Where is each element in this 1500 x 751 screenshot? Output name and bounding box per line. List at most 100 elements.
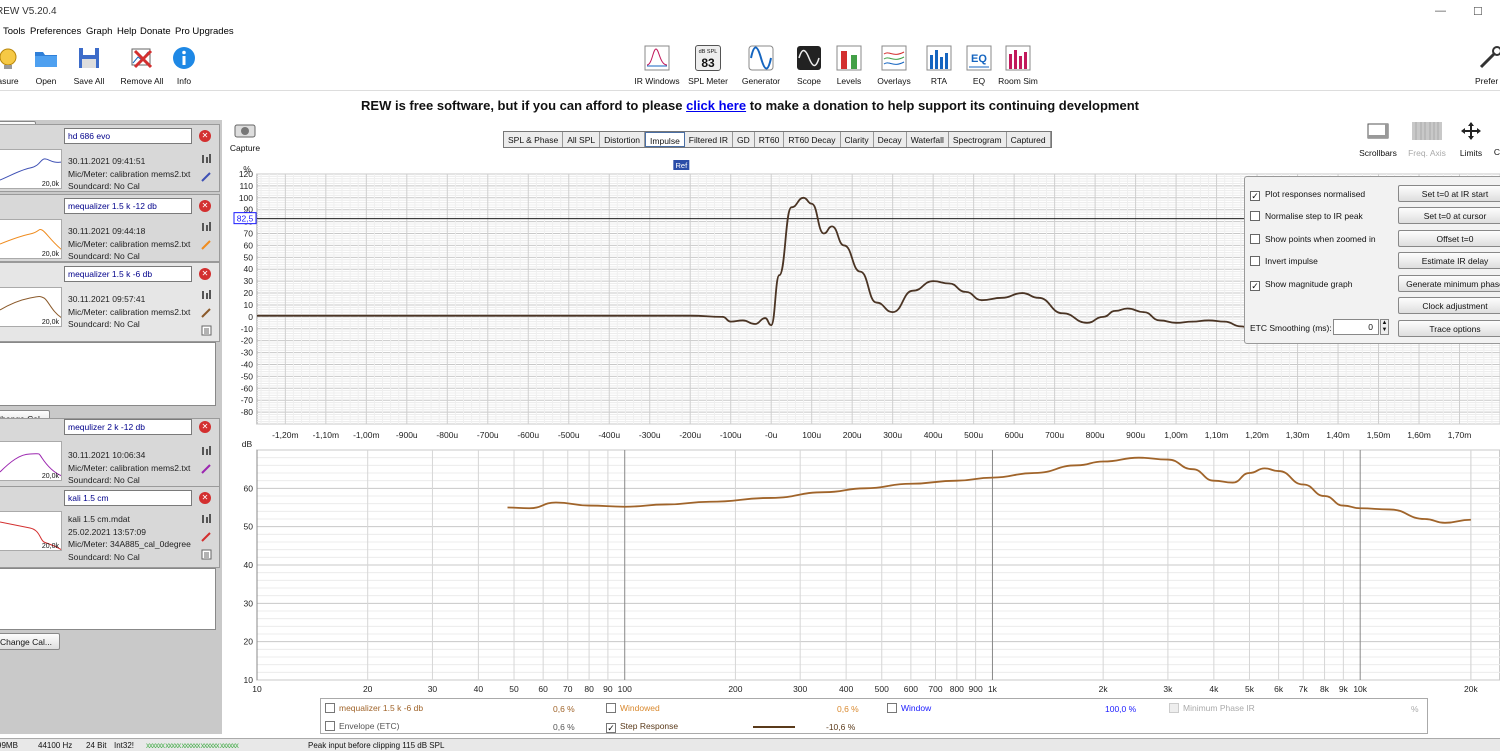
trace-options-button[interactable]: Trace options: [1398, 320, 1500, 337]
show-magnitude-checkbox[interactable]: ✓ Show magnitude graph: [1250, 279, 1352, 291]
limits-button[interactable]: Limits: [1454, 122, 1488, 158]
measurement-item[interactable]: hd 686 evo ✕ 20,0k 30.11.2021 09:41:51 M…: [0, 124, 220, 192]
pen-icon[interactable]: [201, 239, 212, 250]
donate-link[interactable]: click here: [686, 98, 746, 113]
legend-windowed[interactable]: Windowed: [606, 703, 660, 713]
checkbox-box[interactable]: [1250, 256, 1260, 266]
checkbox-box[interactable]: [1250, 234, 1260, 244]
invert-impulse-checkbox[interactable]: Invert impulse: [1250, 256, 1318, 266]
measurement-name[interactable]: mequalizer 1.5 k -6 db: [64, 266, 192, 282]
info-button[interactable]: Info: [154, 45, 214, 86]
notes-area[interactable]: [0, 342, 216, 406]
menu-help[interactable]: Help: [117, 26, 137, 37]
menu-preferences[interactable]: Preferences: [30, 26, 81, 37]
checkbox-box[interactable]: [887, 703, 897, 713]
set-t0-cursor-button[interactable]: Set t=0 at cursor: [1398, 207, 1500, 224]
menu-donate[interactable]: Donate: [140, 26, 171, 37]
impulse-y-unit: %: [243, 164, 251, 174]
measurement-name[interactable]: mequlizer 2 k -12 db: [64, 419, 192, 435]
tab-filtered-ir[interactable]: Filtered IR: [685, 132, 734, 147]
legend-window[interactable]: Window: [887, 703, 931, 713]
tab-rt60-decay[interactable]: RT60 Decay: [784, 132, 841, 147]
delete-icon[interactable]: ✕: [199, 268, 211, 280]
checkbox-box[interactable]: [606, 703, 616, 713]
menu-tools[interactable]: Tools: [3, 26, 25, 37]
minimize-icon[interactable]: —: [1435, 5, 1446, 17]
legend-measurement[interactable]: mequalizer 1.5 k -6 db: [325, 703, 423, 713]
etc-smoothing-spinner[interactable]: ▲ ▼: [1380, 319, 1389, 335]
maximize-icon[interactable]: ☐: [1473, 5, 1483, 18]
legend-envelope[interactable]: Envelope (ETC): [325, 721, 399, 731]
checkbox-box[interactable]: ✓: [1250, 281, 1260, 291]
delete-icon[interactable]: ✕: [199, 200, 211, 212]
menu-pro-upgrades[interactable]: Pro Upgrades: [175, 26, 234, 37]
tab-distortion[interactable]: Distortion: [600, 132, 646, 147]
delete-icon[interactable]: ✕: [199, 492, 211, 504]
estimate-ir-delay-button[interactable]: Estimate IR delay: [1398, 252, 1500, 269]
tab-gd[interactable]: GD: [733, 132, 755, 147]
pen-icon[interactable]: [201, 531, 212, 542]
checkbox-box[interactable]: [1169, 703, 1179, 713]
delete-icon[interactable]: ✕: [199, 130, 211, 142]
measurement-thumbnail[interactable]: 20,0k: [0, 441, 62, 481]
measurement-settings-icon[interactable]: [201, 445, 212, 456]
scrollbars-button[interactable]: Scrollbars: [1356, 122, 1400, 158]
measurement-item[interactable]: mequalizer 1.5 k -12 db ✕ 20,0k 30.11.20…: [0, 194, 220, 262]
pen-icon[interactable]: [201, 171, 212, 182]
etc-smoothing-input[interactable]: 0: [1333, 319, 1379, 335]
plot-normalised-checkbox[interactable]: ✓ Plot responses normalised: [1250, 189, 1365, 201]
measurement-name[interactable]: kali 1.5 cm: [64, 490, 192, 506]
pen-icon[interactable]: [201, 307, 212, 318]
measurement-item[interactable]: mequlizer 2 k -12 db ✕ 20,0k 30.11.2021 …: [0, 418, 220, 492]
tab-captured[interactable]: Captured: [1007, 132, 1051, 147]
tab-spectrogram[interactable]: Spectrogram: [949, 132, 1007, 147]
measurement-item[interactable]: kali 1.5 cm ✕ 20,0k kali 1.5 cm.mdat 25.…: [0, 486, 220, 568]
change-cal-button[interactable]: Change Cal...: [0, 633, 60, 650]
notes-area[interactable]: [0, 568, 216, 630]
measurement-settings-icon[interactable]: [201, 513, 212, 524]
tab-waterfall[interactable]: Waterfall: [907, 132, 949, 147]
checkbox-box[interactable]: ✓: [606, 723, 616, 733]
offset-t0-button[interactable]: Offset t=0: [1398, 230, 1500, 247]
normalise-step-checkbox[interactable]: Normalise step to IR peak: [1250, 211, 1363, 221]
measurement-name[interactable]: mequalizer 1.5 k -12 db: [64, 198, 192, 214]
legend-minimum-phase[interactable]: Minimum Phase IR: [1169, 703, 1255, 713]
measurement-thumbnail[interactable]: 20,0k: [0, 511, 62, 551]
save-all-button[interactable]: Save All: [59, 45, 119, 86]
delete-icon[interactable]: ✕: [199, 421, 211, 433]
measurement-item-selected[interactable]: mequalizer 1.5 k -6 db ✕ 20,0k 30.11.202…: [0, 262, 220, 342]
pen-icon[interactable]: [201, 463, 212, 474]
notes-icon[interactable]: [201, 549, 212, 560]
notes-icon[interactable]: [201, 325, 212, 336]
preferences-button[interactable]: Prefer: [1463, 45, 1500, 86]
freq-axis-button[interactable]: Freq. Axis: [1404, 122, 1450, 158]
checkbox-box[interactable]: [325, 721, 335, 731]
tab-all-spl[interactable]: All SPL: [563, 132, 601, 147]
tab-spl-phase[interactable]: SPL & Phase: [504, 132, 564, 147]
controls-button[interactable]: C: [1492, 147, 1500, 157]
measurement-thumbnail[interactable]: 20,0k: [0, 149, 62, 189]
show-points-checkbox[interactable]: Show points when zoomed in: [1250, 234, 1376, 244]
measurement-settings-icon[interactable]: [201, 221, 212, 232]
tab-impulse[interactable]: Impulse: [645, 132, 685, 147]
tab-clarity[interactable]: Clarity: [841, 132, 874, 147]
checkbox-box[interactable]: ✓: [1250, 191, 1260, 201]
capture-button[interactable]: Capture: [228, 122, 262, 153]
measurement-info: 30.11.2021 09:44:18 Mic/Meter: calibrati…: [68, 225, 190, 263]
measurement-thumbnail[interactable]: 20,0k: [0, 219, 62, 259]
spl-meter-button[interactable]: dB SPL 83 SPL Meter: [678, 45, 738, 86]
measurement-settings-icon[interactable]: [201, 289, 212, 300]
legend-step-response[interactable]: ✓ Step Response: [606, 721, 678, 733]
menu-graph[interactable]: Graph: [86, 26, 112, 37]
measurement-thumbnail[interactable]: 20,0k: [0, 287, 62, 327]
checkbox-box[interactable]: [325, 703, 335, 713]
room-sim-button[interactable]: Room Sim: [988, 45, 1048, 86]
generate-minimum-phase-button[interactable]: Generate minimum phase: [1398, 275, 1500, 292]
measurement-name[interactable]: hd 686 evo: [64, 128, 192, 144]
tab-rt60[interactable]: RT60: [755, 132, 785, 147]
clock-adjustment-button[interactable]: Clock adjustment: [1398, 297, 1500, 314]
measurement-settings-icon[interactable]: [201, 153, 212, 164]
checkbox-box[interactable]: [1250, 211, 1260, 221]
set-t0-ir-start-button[interactable]: Set t=0 at IR start: [1398, 185, 1500, 202]
tab-decay[interactable]: Decay: [874, 132, 907, 147]
